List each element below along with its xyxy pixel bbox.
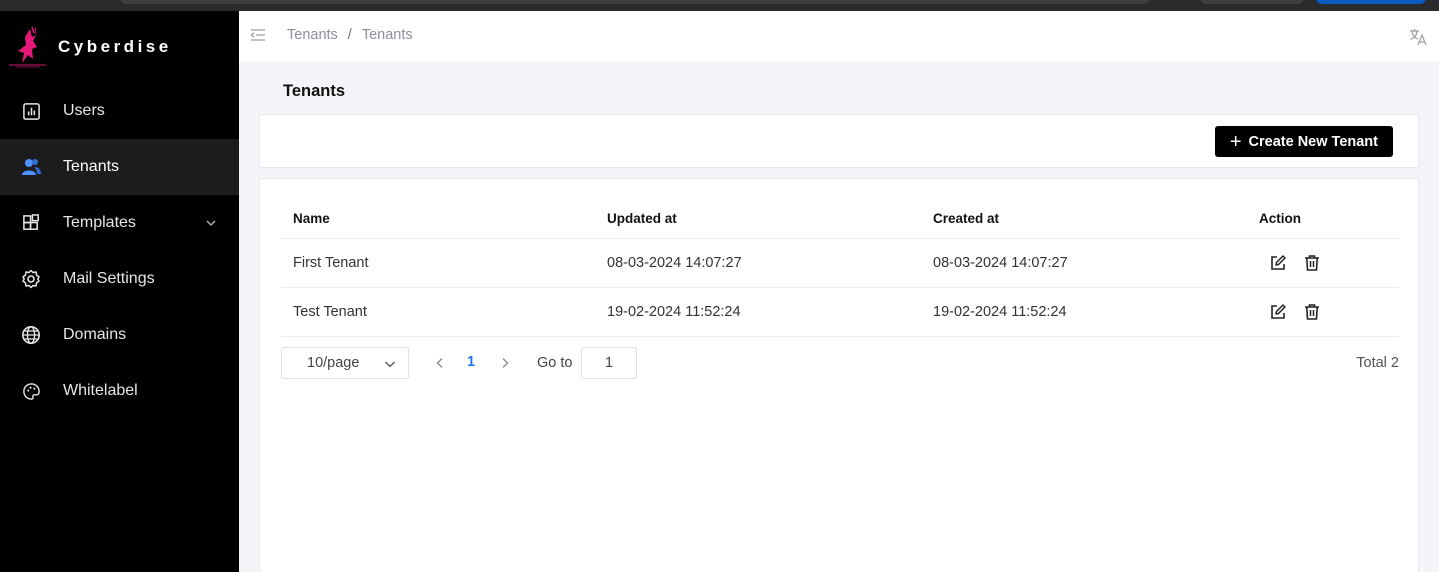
sidebar-item-whitelabel[interactable]: Whitelabel (0, 363, 239, 419)
pagination: 10/page 1 Go to Total 2 (281, 347, 1399, 380)
table-header-row: Name Updated at Created at Action (281, 199, 1399, 239)
page-size-value: 10/page (307, 355, 360, 371)
users-icon (21, 157, 41, 177)
sidebar-item-label: Domains (63, 326, 127, 343)
action-cell (1259, 254, 1399, 272)
table-row: Test Tenant 19-02-2024 11:52:24 19-02-20… (281, 288, 1399, 337)
create-new-tenant-button[interactable]: + Create New Tenant (1214, 126, 1393, 157)
action-cell (1259, 303, 1399, 321)
tenants-table-card: Name Updated at Created at Action First … (259, 178, 1419, 572)
created-at-cell: 08-03-2024 14:07:27 (933, 255, 1068, 271)
sidebar-item-label: Tenants (63, 158, 120, 175)
updated-at-cell: 19-02-2024 11:52:24 (607, 304, 741, 320)
kangaroo-logo (9, 26, 46, 68)
created-at-cell: 19-02-2024 11:52:24 (933, 304, 1067, 320)
browser-top-strip (0, 0, 1439, 11)
column-header-name[interactable]: Name (281, 211, 607, 226)
total-count: Total 2 (1356, 355, 1399, 371)
goto-page-input[interactable] (581, 347, 637, 379)
delete-icon[interactable] (1303, 254, 1321, 272)
breadcrumb-separator: / (347, 27, 352, 43)
browser-address-bar (120, 0, 1150, 4)
browser-action-button (1316, 0, 1426, 4)
bar-chart-icon (21, 101, 41, 121)
column-header-updated-at[interactable]: Updated at (607, 211, 933, 226)
sidebar-item-label: Mail Settings (63, 270, 155, 287)
chevron-down-icon[interactable] (205, 217, 217, 229)
goto-label: Go to (537, 355, 573, 371)
page-number-current[interactable]: 1 (467, 354, 475, 370)
browser-toolbar-control (1200, 0, 1304, 4)
toolbar-card: + Create New Tenant (259, 114, 1419, 168)
tenant-name-cell: First Tenant (293, 255, 369, 271)
sidebar-item-domains[interactable]: Domains (0, 307, 239, 363)
sidebar-item-tenants[interactable]: Tenants (0, 139, 239, 195)
tenant-name-cell: Test Tenant (293, 304, 367, 320)
edit-icon[interactable] (1269, 254, 1287, 272)
menu-fold-icon[interactable] (250, 27, 266, 43)
edit-icon[interactable] (1269, 303, 1287, 321)
chevron-left-icon[interactable] (433, 356, 447, 370)
breadcrumb-item[interactable]: Tenants (287, 27, 338, 43)
column-header-created-at[interactable]: Created at (933, 211, 1259, 226)
top-header: Tenants / Tenants (239, 11, 1439, 61)
create-button-label: Create New Tenant (1248, 133, 1378, 150)
globe-icon (21, 325, 41, 345)
blocks-icon (21, 213, 41, 233)
breadcrumb-item-current: Tenants (361, 27, 413, 43)
page-size-select[interactable]: 10/page (281, 347, 409, 379)
breadcrumb: Tenants / Tenants (287, 27, 413, 43)
chevron-down-icon (385, 361, 395, 368)
sidebar-item-users[interactable]: Users (0, 83, 239, 139)
translate-icon[interactable] (1408, 27, 1428, 47)
sidebar-item-label: Whitelabel (63, 382, 138, 399)
palette-icon (21, 381, 41, 401)
gear-icon (21, 269, 41, 289)
sidebar-item-mail-settings[interactable]: Mail Settings (0, 251, 239, 307)
sidebar: Cyberdise Users Tenants Templates Mail S… (0, 11, 239, 572)
plus-icon: + (1229, 130, 1242, 153)
sidebar-nav: Users Tenants Templates Mail Settings Do… (0, 83, 239, 419)
updated-at-cell: 08-03-2024 14:07:27 (607, 255, 742, 271)
brand-name: Cyberdise (58, 37, 172, 56)
sidebar-item-templates[interactable]: Templates (0, 195, 239, 251)
sidebar-item-label: Users (63, 102, 105, 119)
chevron-right-icon[interactable] (498, 356, 512, 370)
tenants-table: Name Updated at Created at Action First … (281, 199, 1399, 337)
table-row: First Tenant 08-03-2024 14:07:27 08-03-2… (281, 239, 1399, 288)
sidebar-item-label: Templates (63, 214, 136, 231)
column-header-action: Action (1259, 211, 1301, 226)
page-title: Tenants (283, 82, 346, 100)
brand[interactable]: Cyberdise (6, 25, 172, 69)
delete-icon[interactable] (1303, 303, 1321, 321)
